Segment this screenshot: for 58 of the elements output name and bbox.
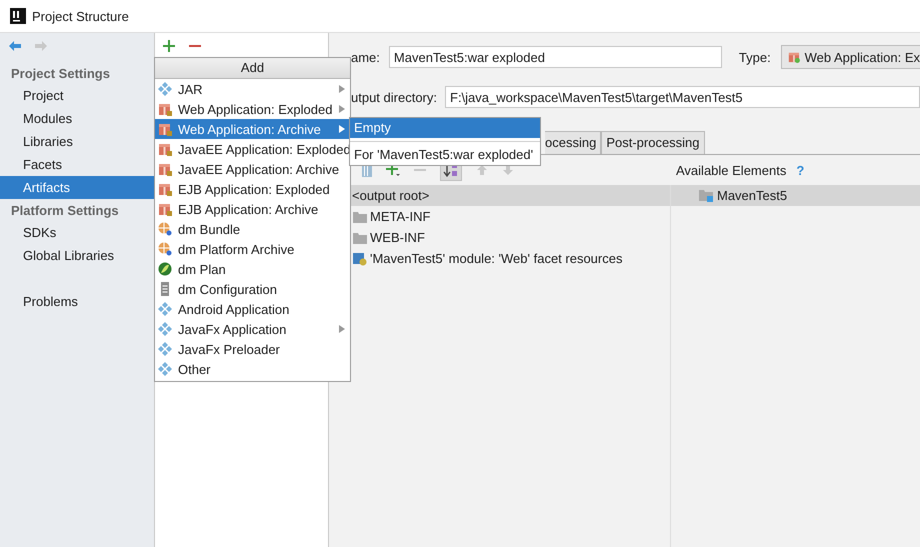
menu-item[interactable]: JavaFx Preloader (155, 339, 350, 359)
available-elements-label: Available Elements (676, 162, 786, 178)
package-icon (788, 50, 800, 64)
menu-item[interactable]: JavaEE Application: Archive (155, 159, 350, 179)
diamonds-icon (158, 82, 172, 96)
folder-icon (353, 210, 367, 222)
menu-title: Add (155, 58, 350, 79)
menu-item[interactable]: Other (155, 359, 350, 379)
diamonds-icon (158, 302, 172, 316)
globe-icon (158, 242, 172, 256)
section-heading: Project Settings (10, 65, 111, 83)
sidebar-item[interactable]: SDKs (0, 221, 154, 244)
type-label: Type: (738, 50, 771, 64)
output-directory-field[interactable]: F:\java_workspace\MavenTest5\target\MavenTest5 (445, 86, 920, 108)
back-arrow-icon[interactable] (8, 40, 22, 52)
sidebar-item[interactable]: Libraries (0, 130, 154, 153)
menu-item[interactable]: Android Application (155, 299, 350, 319)
module-folder-icon (699, 188, 715, 202)
leaf-icon (158, 262, 172, 276)
diamonds-icon (158, 362, 172, 376)
diamonds-icon (158, 342, 172, 356)
sidebar-item[interactable]: Artifacts (0, 176, 154, 199)
app-logo-icon (10, 8, 26, 24)
package-icon (158, 142, 172, 156)
menu-item[interactable]: JAR (155, 79, 350, 99)
package-icon (158, 102, 172, 116)
sidebar-item[interactable]: Project (0, 84, 154, 107)
add-icon[interactable] (163, 40, 175, 52)
menu-item[interactable]: dm Configuration (155, 279, 350, 299)
move-down-icon[interactable] (502, 164, 514, 176)
window-title: Project Structure (32, 8, 129, 24)
globe-badge-icon (353, 252, 367, 266)
name-field[interactable]: MavenTest5:war exploded (388, 46, 722, 68)
menu-item[interactable]: Empty (350, 118, 540, 138)
menu-item[interactable]: For 'MavenTest5:war exploded' (350, 145, 540, 165)
move-up-icon[interactable] (476, 164, 488, 176)
tree-item[interactable]: MavenTest5 (671, 185, 920, 206)
tab[interactable]: ocessing (545, 131, 602, 154)
document-icon (158, 282, 172, 296)
package-icon (158, 122, 172, 136)
menu-item[interactable]: Web Application: Archive (155, 119, 350, 139)
type-dropdown[interactable]: Web Application: Ex (780, 45, 920, 69)
package-icon (158, 182, 172, 196)
section-heading: Platform Settings (10, 202, 120, 220)
package-icon (158, 202, 172, 216)
name-label: ame: (351, 50, 380, 64)
tab[interactable]: Post-processing (601, 131, 705, 154)
globe-icon (158, 222, 172, 236)
menu-item[interactable]: Web Application: Exploded (155, 99, 350, 119)
output-directory-label: utput directory: (351, 90, 437, 104)
sidebar-item[interactable]: Modules (0, 107, 154, 130)
menu-item[interactable]: JavaFx Application (155, 319, 350, 339)
package-icon (158, 162, 172, 176)
sidebar-item[interactable]: Facets (0, 153, 154, 176)
diamonds-icon (158, 322, 172, 336)
sidebar-item[interactable]: Global Libraries (0, 244, 154, 267)
sidebar-item[interactable]: Problems (0, 290, 154, 313)
folder-icon (353, 232, 367, 244)
